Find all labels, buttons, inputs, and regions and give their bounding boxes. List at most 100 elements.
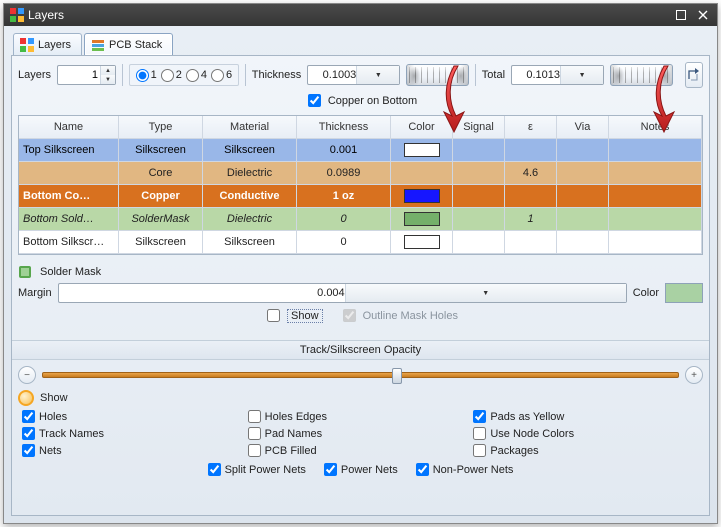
color-swatch[interactable] bbox=[404, 212, 440, 226]
opacity-slider[interactable]: − + bbox=[18, 360, 703, 386]
table-cell[interactable] bbox=[557, 139, 609, 162]
thickness-dial[interactable] bbox=[406, 64, 469, 86]
table-cell[interactable]: Top Silkscreen bbox=[19, 139, 119, 162]
slider-minus[interactable]: − bbox=[18, 366, 36, 384]
chk-pad-names[interactable]: Pad Names bbox=[248, 427, 474, 440]
table-row[interactable]: Top SilkscreenSilkscreenSilkscreen0.001 bbox=[19, 139, 702, 162]
chk-holes-edges[interactable]: Holes Edges bbox=[248, 410, 474, 423]
table-row[interactable]: Bottom Silkscr…SilkscreenSilkscreen0 bbox=[19, 231, 702, 254]
slider-thumb[interactable] bbox=[392, 368, 402, 384]
col-color[interactable]: Color bbox=[391, 116, 453, 139]
table-cell[interactable] bbox=[453, 139, 505, 162]
total-dial[interactable] bbox=[610, 64, 673, 86]
table-cell[interactable] bbox=[505, 185, 557, 208]
copper-bottom-checkbox[interactable] bbox=[308, 94, 321, 107]
chk-packages[interactable]: Packages bbox=[473, 444, 699, 457]
chk-pcb-filled[interactable]: PCB Filled bbox=[248, 444, 474, 457]
color-swatch[interactable] bbox=[404, 189, 440, 203]
col-thickness[interactable]: Thickness bbox=[297, 116, 391, 139]
table-cell[interactable] bbox=[453, 208, 505, 231]
chevron-down-icon[interactable]: ▼ bbox=[560, 66, 603, 84]
col-name[interactable]: Name bbox=[19, 116, 119, 139]
table-cell[interactable] bbox=[609, 162, 702, 185]
chk-non-power-nets[interactable]: Non-Power Nets bbox=[416, 463, 514, 476]
table-cell[interactable]: Silkscreen bbox=[119, 231, 203, 254]
chk-track-names[interactable]: Track Names bbox=[22, 427, 248, 440]
table-cell[interactable]: 0 bbox=[297, 231, 391, 254]
chk-pads-yellow[interactable]: Pads as Yellow bbox=[473, 410, 699, 423]
maximize-button[interactable] bbox=[673, 7, 689, 23]
table-cell[interactable] bbox=[609, 139, 702, 162]
layers-spinner[interactable]: ▲▼ bbox=[57, 65, 116, 85]
col-via[interactable]: Via bbox=[557, 116, 609, 139]
table-cell[interactable]: SolderMask bbox=[119, 208, 203, 231]
chk-holes[interactable]: Holes bbox=[22, 410, 248, 423]
layers-spinner-up[interactable]: ▲ bbox=[100, 66, 115, 75]
layers-spinner-input[interactable] bbox=[58, 69, 100, 81]
table-cell[interactable] bbox=[453, 185, 505, 208]
table-cell[interactable]: Bottom Co… bbox=[19, 185, 119, 208]
col-type[interactable]: Type bbox=[119, 116, 203, 139]
chk-use-node-colors[interactable]: Use Node Colors bbox=[473, 427, 699, 440]
table-row[interactable]: CoreDielectric0.0989 4.6 bbox=[19, 162, 702, 185]
table-cell[interactable]: Silkscreen bbox=[203, 231, 297, 254]
chk-power-nets[interactable]: Power Nets bbox=[324, 463, 398, 476]
table-cell[interactable]: Silkscreen bbox=[119, 139, 203, 162]
table-cell[interactable] bbox=[453, 231, 505, 254]
table-cell[interactable] bbox=[557, 231, 609, 254]
total-dropdown[interactable]: 0.1013 ▼ bbox=[511, 65, 604, 85]
table-cell[interactable] bbox=[505, 139, 557, 162]
slider-track[interactable] bbox=[42, 372, 679, 378]
color-swatch[interactable] bbox=[404, 235, 440, 249]
show-toggle[interactable]: Show bbox=[18, 390, 703, 406]
table-cell[interactable]: 0 bbox=[297, 208, 391, 231]
table-cell[interactable] bbox=[391, 231, 453, 254]
chevron-down-icon[interactable]: ▼ bbox=[356, 66, 399, 84]
table-cell[interactable]: 0.001 bbox=[297, 139, 391, 162]
table-cell[interactable]: Copper bbox=[119, 185, 203, 208]
table-cell[interactable]: Bottom Sold… bbox=[19, 208, 119, 231]
radio-1[interactable]: 1 bbox=[136, 69, 157, 82]
table-cell[interactable] bbox=[505, 231, 557, 254]
table-cell[interactable]: Core bbox=[119, 162, 203, 185]
chevron-down-icon[interactable]: ▼ bbox=[345, 284, 626, 302]
col-material[interactable]: Material bbox=[203, 116, 297, 139]
table-cell[interactable]: Conductive bbox=[203, 185, 297, 208]
table-cell[interactable] bbox=[609, 185, 702, 208]
color-swatch[interactable] bbox=[404, 143, 440, 157]
col-notes[interactable]: Notes bbox=[609, 116, 702, 139]
table-cell[interactable] bbox=[609, 231, 702, 254]
tab-layers[interactable]: Layers bbox=[13, 33, 82, 55]
table-row[interactable]: Bottom Co…CopperConductive1 oz bbox=[19, 185, 702, 208]
table-cell[interactable]: 1 oz bbox=[297, 185, 391, 208]
mask-color-swatch[interactable] bbox=[665, 283, 703, 303]
table-cell[interactable] bbox=[391, 208, 453, 231]
table-cell[interactable] bbox=[391, 185, 453, 208]
radio-4[interactable]: 4 bbox=[186, 69, 207, 82]
table-cell[interactable]: 1 bbox=[505, 208, 557, 231]
table-cell[interactable]: 0.0989 bbox=[297, 162, 391, 185]
slider-plus[interactable]: + bbox=[685, 366, 703, 384]
table-cell[interactable]: 4.6 bbox=[505, 162, 557, 185]
table-cell[interactable]: Silkscreen bbox=[203, 139, 297, 162]
col-signal[interactable]: Signal bbox=[453, 116, 505, 139]
table-cell[interactable]: Bottom Silkscr… bbox=[19, 231, 119, 254]
table-cell[interactable] bbox=[609, 208, 702, 231]
table-cell[interactable] bbox=[453, 162, 505, 185]
table-cell[interactable] bbox=[19, 162, 119, 185]
col-epsilon[interactable]: ε bbox=[505, 116, 557, 139]
radio-6[interactable]: 6 bbox=[211, 69, 232, 82]
table-row[interactable]: Bottom Sold…SolderMaskDielectric0 1 bbox=[19, 208, 702, 231]
margin-dropdown[interactable]: 0.004 ▼ bbox=[58, 283, 627, 303]
radio-2[interactable]: 2 bbox=[161, 69, 182, 82]
chk-nets[interactable]: Nets bbox=[22, 444, 248, 457]
table-cell[interactable] bbox=[557, 185, 609, 208]
table-cell[interactable]: Dielectric bbox=[203, 162, 297, 185]
chk-split-power-nets[interactable]: Split Power Nets bbox=[208, 463, 306, 476]
table-cell[interactable] bbox=[557, 162, 609, 185]
thickness-dropdown[interactable]: 0.1003 ▼ bbox=[307, 65, 400, 85]
mask-show-checkbox[interactable] bbox=[267, 309, 280, 322]
table-cell[interactable]: Dielectric bbox=[203, 208, 297, 231]
table-cell[interactable] bbox=[557, 208, 609, 231]
tab-pcb-stack[interactable]: PCB Stack bbox=[84, 33, 173, 55]
